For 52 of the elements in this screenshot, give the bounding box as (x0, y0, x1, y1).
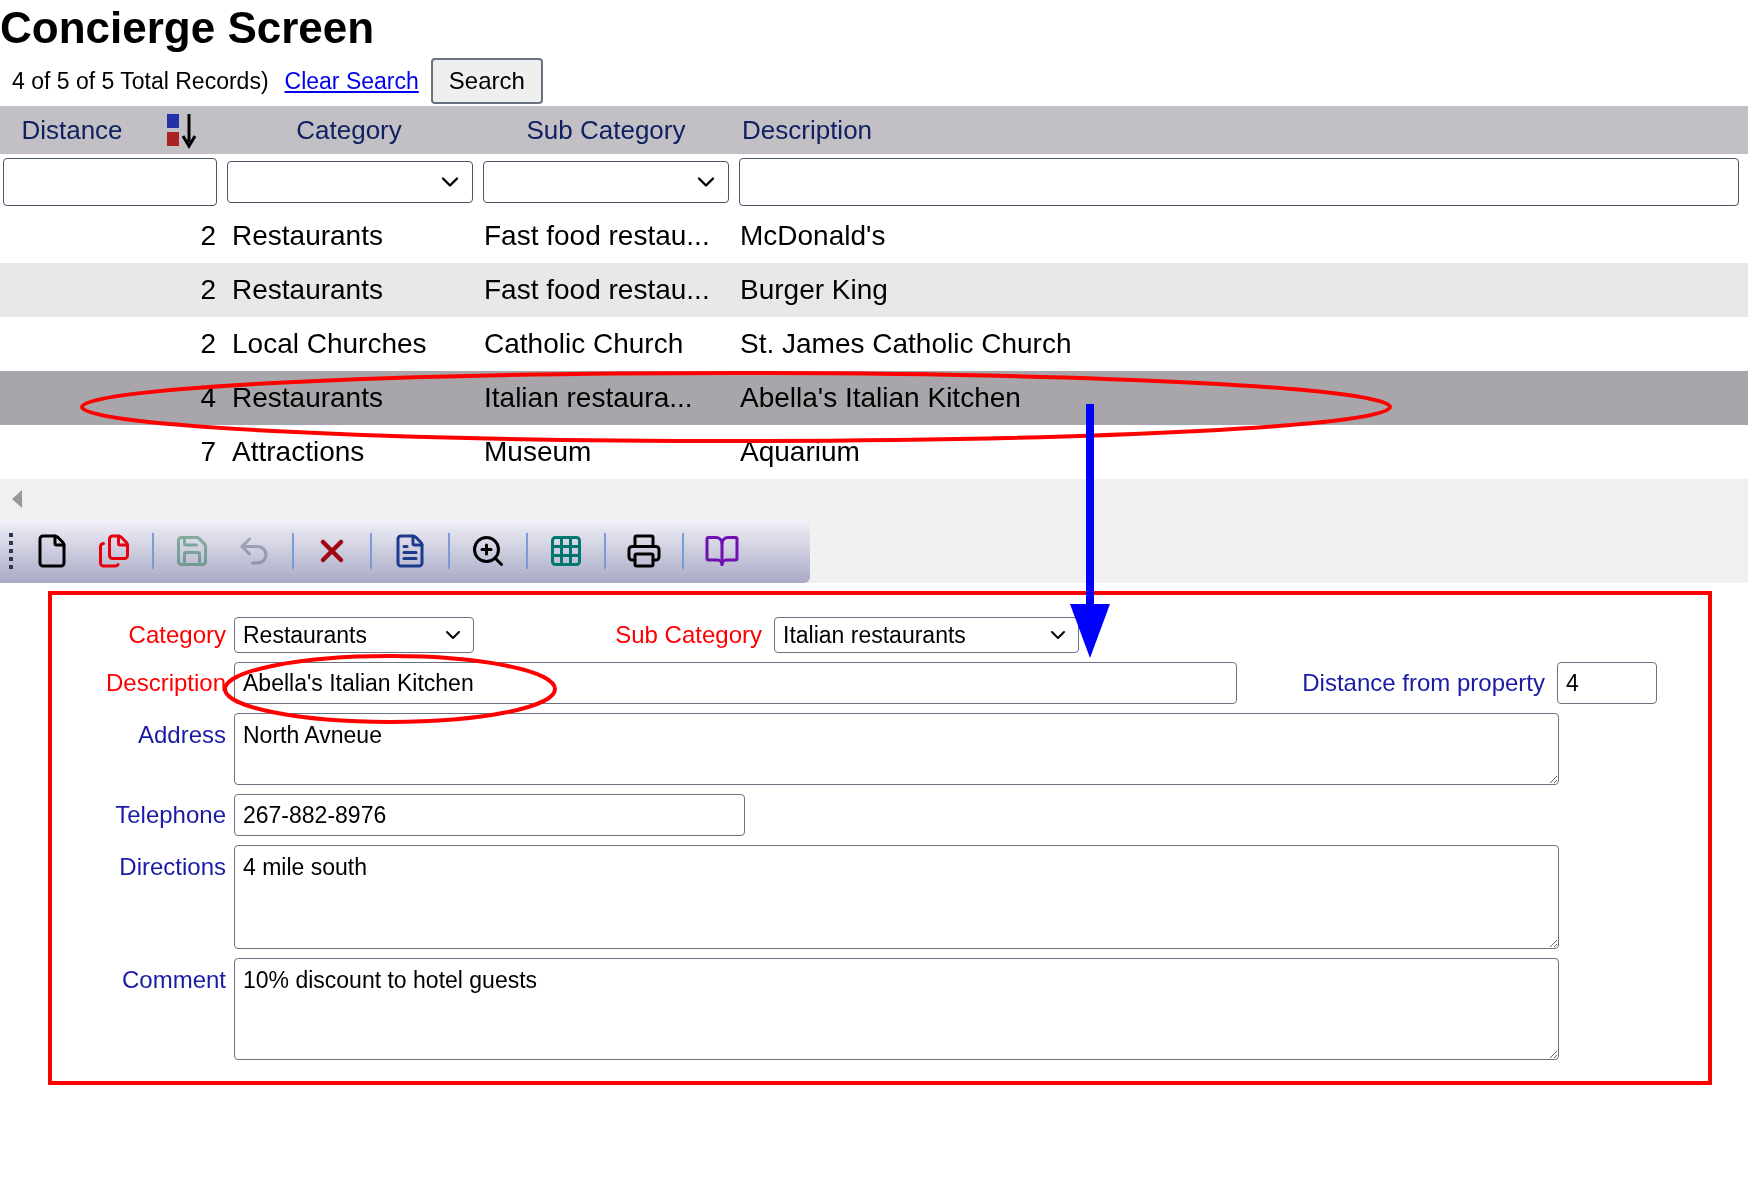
field-label: Comment (121, 965, 226, 995)
column-header[interactable]: Description (742, 110, 873, 150)
table-cell-text: 7 (200, 435, 216, 469)
table-cell: Restaurants (232, 382, 383, 413)
text-area[interactable]: 10% discount to hotel guests (234, 958, 1559, 1060)
table-cell-text: 4 (200, 381, 216, 415)
field-label: Address (137, 720, 226, 750)
field-label: Category (128, 620, 226, 650)
table-cell: Italian restaura... (484, 382, 693, 413)
grip-icon[interactable] (8, 531, 14, 571)
table-row[interactable]: 2 Restaurants Fast food restau... Burger King (0, 263, 1748, 317)
record-count: 4 of 5 of 5 Total Records) (12, 66, 269, 96)
text-field[interactable]: 267-882-8976 (234, 794, 745, 836)
text-field[interactable]: Abella's Italian Kitchen (234, 662, 1237, 704)
column-header[interactable]: Sub Category (526, 110, 686, 150)
table-cell: Restaurants (232, 220, 383, 251)
table-cell: Restaurants (232, 274, 383, 305)
dropdown[interactable]: Restaurants (234, 617, 474, 653)
filter-dropdown[interactable] (483, 160, 729, 203)
text-area[interactable]: North Avneue (234, 713, 1559, 785)
column-header[interactable]: Distance (21, 110, 123, 150)
field-label: Telephone (115, 800, 226, 830)
field-label: Distance from property (1302, 668, 1545, 698)
table-cell: Local Churches (232, 328, 427, 359)
table-cell: Aquarium (740, 436, 860, 467)
filter-dropdown[interactable] (227, 160, 473, 203)
table-cell: Catholic Church (484, 328, 684, 359)
table-cell: Burger King (740, 274, 888, 305)
field-label: Sub Category (615, 620, 762, 650)
table-cell: Fast food restau... (484, 274, 710, 305)
clear-search-link[interactable]: Clear Search (284, 63, 419, 99)
column-header[interactable]: Category (296, 110, 402, 150)
table-cell: Museum (484, 436, 592, 467)
table-row[interactable]: 4 Restaurants Italian restaura... Abella's Italian Kitchen (0, 371, 1748, 425)
text-area[interactable]: 4 mile south (234, 845, 1559, 949)
table-cell: McDonald's (740, 220, 886, 251)
filter-field[interactable] (3, 157, 217, 206)
table-cell-text: 2 (200, 327, 216, 361)
table-cell-text: 2 (200, 219, 216, 253)
table-cell-text: 2 (200, 273, 216, 307)
horizontal-scrollbar[interactable] (0, 479, 1748, 519)
search-button[interactable]: Search (430, 58, 543, 104)
text-field[interactable]: 4 (1557, 662, 1657, 704)
table-cell: Abella's Italian Kitchen (740, 382, 1021, 413)
filter-field[interactable] (739, 157, 1739, 206)
table-cell: St. James Catholic Church (740, 328, 1072, 359)
table-cell: Fast food restau... (484, 220, 710, 251)
field-label: Directions (119, 852, 226, 882)
field-label: Description (105, 668, 226, 698)
table-cell: Attractions (232, 436, 365, 467)
dropdown[interactable]: Italian restaurants (774, 617, 1079, 653)
page-title: Concierge Screen (0, 2, 376, 54)
